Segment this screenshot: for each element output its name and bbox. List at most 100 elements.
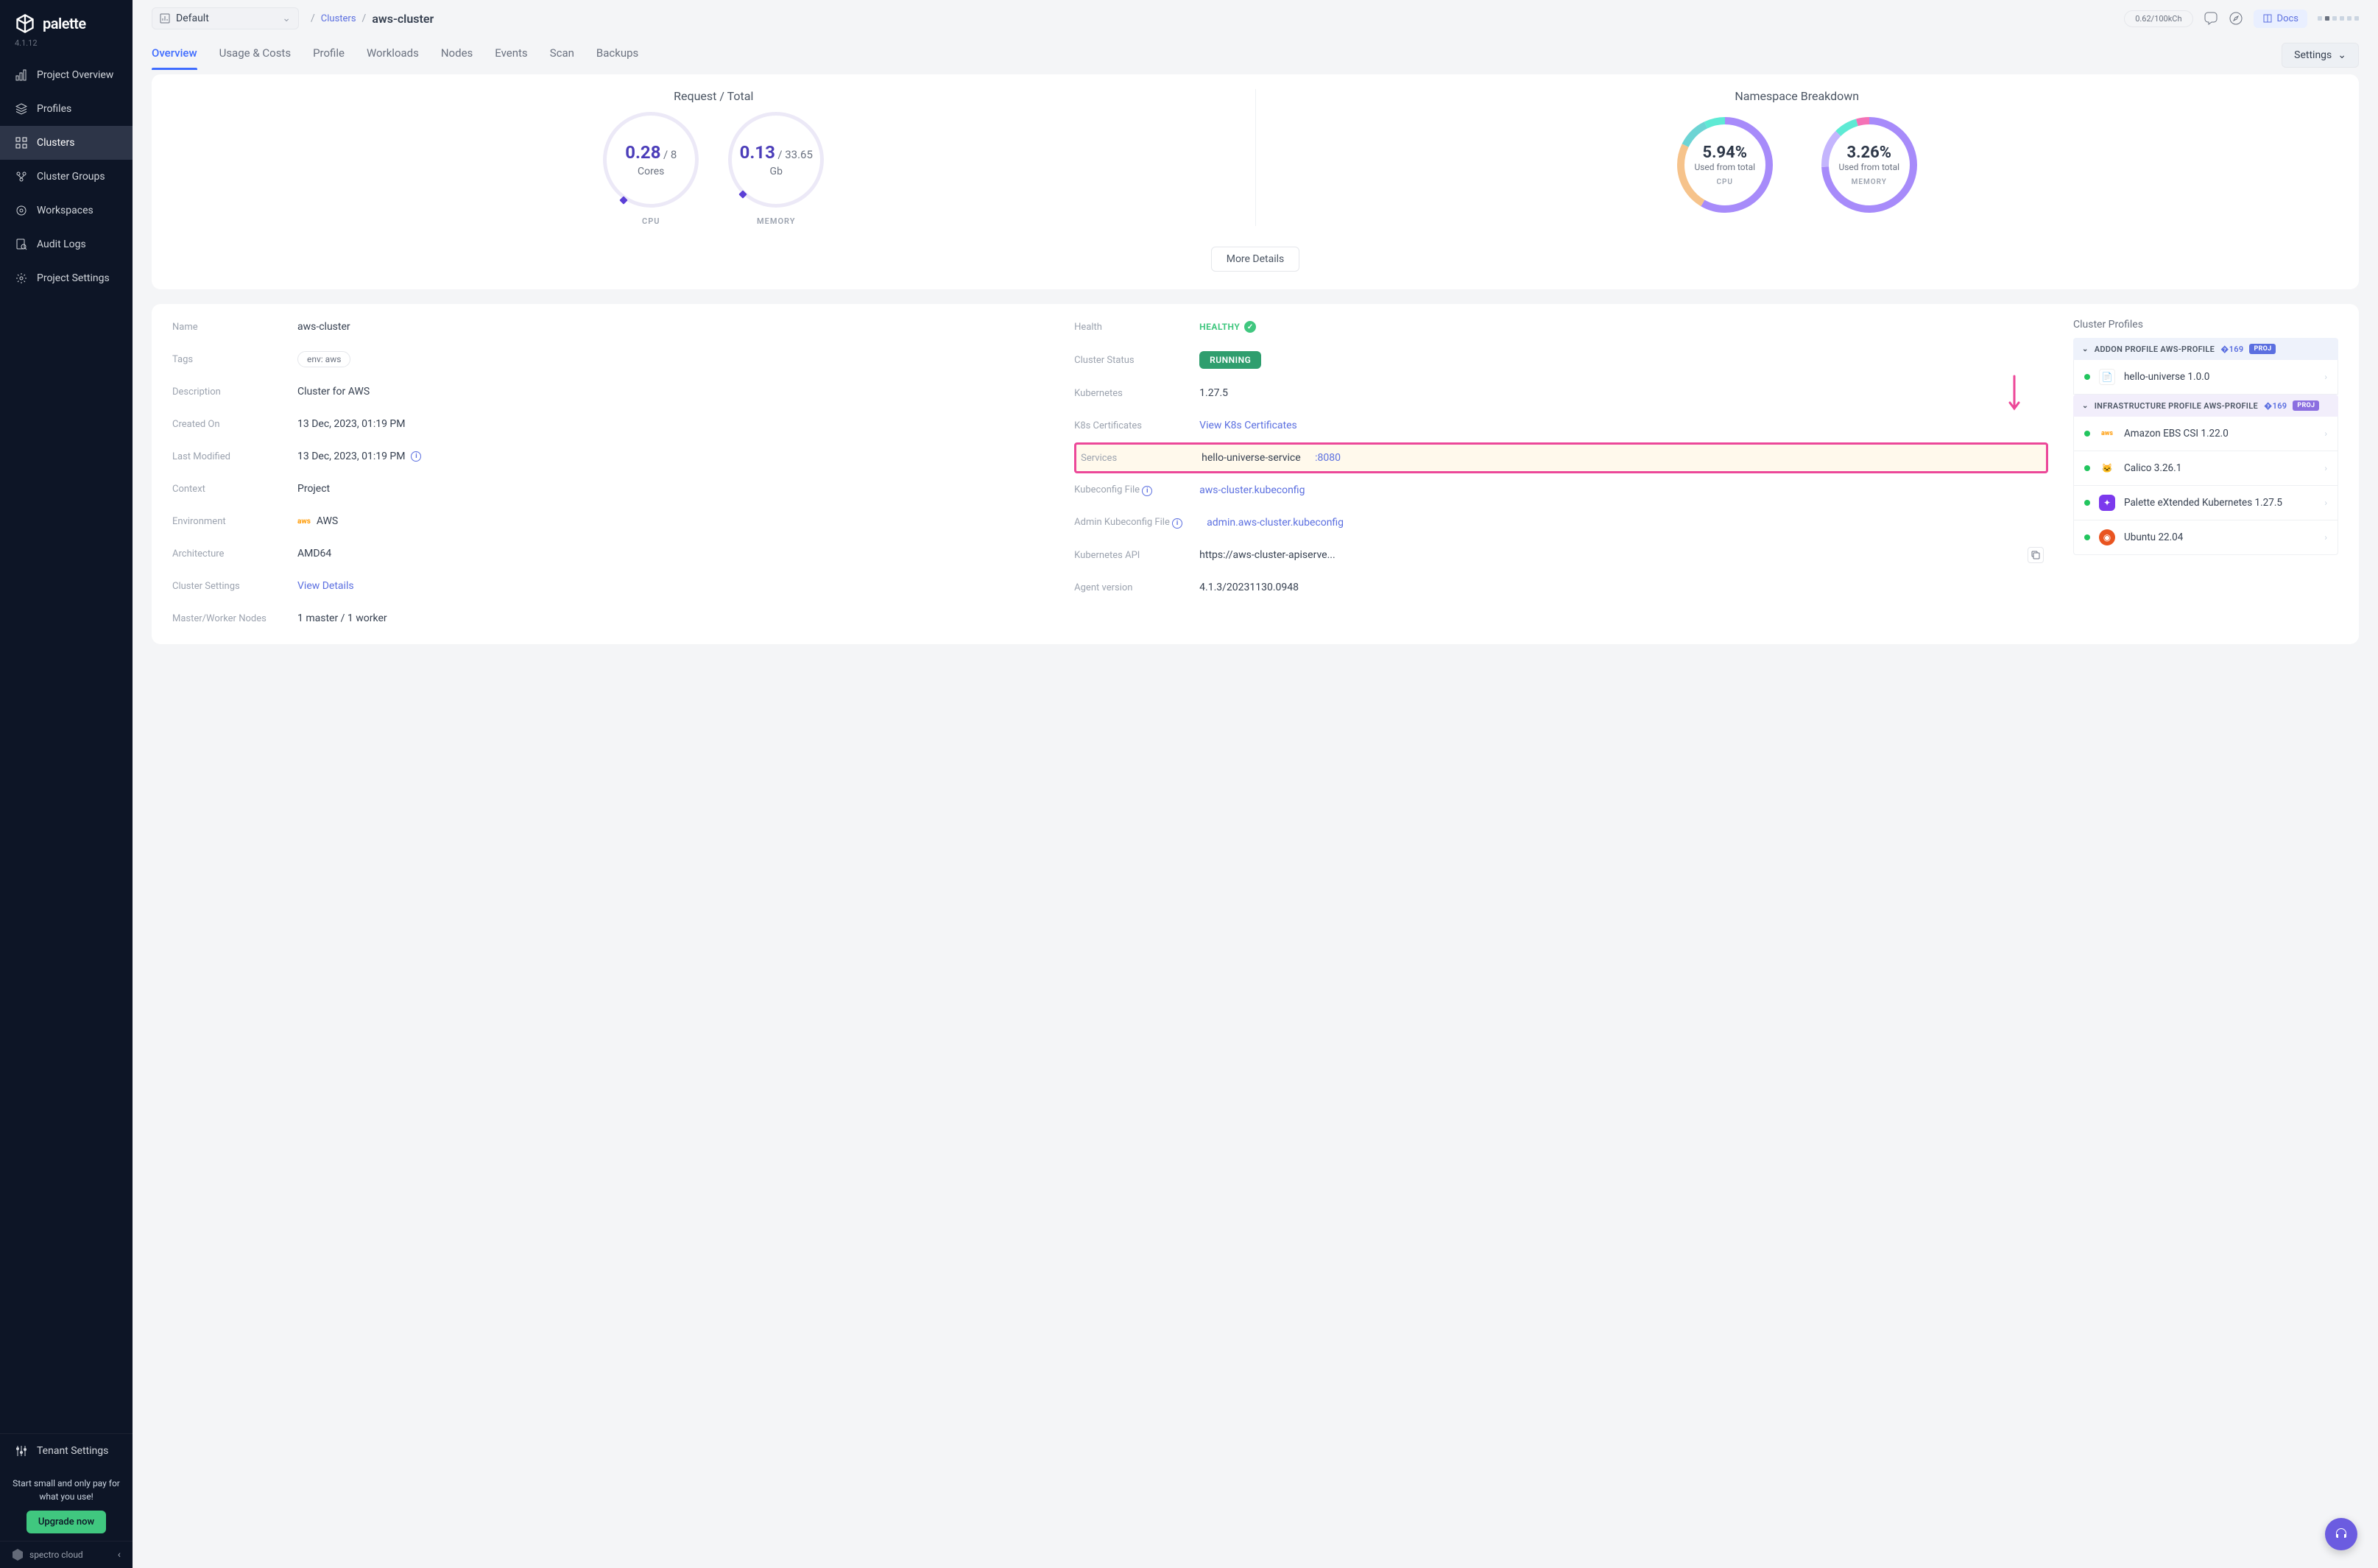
sidebar-item-audit-logs[interactable]: Audit Logs — [0, 227, 133, 261]
tab-events[interactable]: Events — [495, 46, 527, 70]
tab-workloads[interactable]: Workloads — [367, 46, 419, 70]
chevron-down-icon: ⌄ — [282, 13, 291, 24]
cluster-profiles-col: Cluster Profiles ⌄ ADDON PROFILE AWS-PRO… — [2073, 319, 2338, 626]
chart-icon — [160, 13, 170, 24]
scope-selector[interactable]: Default ⌄ — [152, 7, 299, 29]
sidebar-item-label: Profiles — [37, 103, 71, 115]
brand-name: palette — [43, 15, 86, 32]
metrics-card: Request / Total 0.28 / 8 Cores CPU — [152, 74, 2359, 289]
apps-icon[interactable] — [2318, 16, 2359, 21]
k8s-api-value: https://aws-cluster-apiserve... — [1199, 549, 2022, 561]
cpu-value: 0.28 — [625, 142, 660, 163]
docs-label: Docs — [2277, 13, 2298, 24]
info-icon[interactable]: i — [1142, 486, 1152, 496]
compass-icon[interactable] — [2229, 11, 2243, 26]
addon-profile-header[interactable]: ⌄ ADDON PROFILE AWS-PROFILE �169 PROJ — [2073, 338, 2338, 360]
sidebar-item-profiles[interactable]: Profiles — [0, 92, 133, 126]
content-area: Request / Total 0.28 / 8 Cores CPU — [133, 74, 2378, 663]
settings-button[interactable]: Settings ⌄ — [2282, 43, 2359, 68]
sidebar-item-project-overview[interactable]: Project Overview — [0, 58, 133, 92]
breadcrumb-parent[interactable]: Clusters — [321, 13, 356, 24]
created-value: 13 Dec, 2023, 01:19 PM — [297, 418, 1045, 430]
admin-kubeconfig-label: Admin Kubeconfig File i — [1074, 517, 1192, 529]
chat-icon[interactable] — [2204, 11, 2218, 26]
breadcrumb-current: aws-cluster — [372, 12, 434, 26]
cpu-label: CPU — [642, 216, 660, 226]
collapse-sidebar-icon[interactable]: ‹ — [118, 1549, 121, 1561]
pack-row[interactable]: awsAmazon EBS CSI 1.22.0› — [2073, 417, 2338, 451]
ubuntu-pack-icon: ◉ — [2099, 529, 2115, 545]
tab-overview[interactable]: Overview — [152, 46, 197, 70]
docs-button[interactable]: Docs — [2254, 10, 2307, 28]
more-details-button[interactable]: More Details — [1211, 247, 1300, 272]
pxk-pack-icon: ✦ — [2099, 495, 2115, 511]
status-label: Cluster Status — [1074, 355, 1185, 366]
logo: palette — [0, 0, 133, 38]
infra-profile-header[interactable]: ⌄ INFRASTRUCTURE PROFILE AWS-PROFILE �16… — [2073, 395, 2338, 417]
tab-backups[interactable]: Backups — [596, 46, 638, 70]
aws-icon: aws — [297, 518, 311, 526]
env-value: AWS — [317, 515, 338, 527]
service-name: hello-universe-service — [1202, 452, 1300, 464]
context-value: Project — [297, 483, 1045, 495]
kubeconfig-link[interactable]: aws-cluster.kubeconfig — [1199, 484, 2044, 496]
status-dot-icon — [2084, 500, 2090, 506]
sidebar-item-tenant-settings[interactable]: Tenant Settings — [0, 1433, 133, 1468]
chevron-right-icon: › — [2324, 498, 2327, 508]
calico-pack-icon: 🐱 — [2099, 460, 2115, 476]
tab-profile[interactable]: Profile — [313, 46, 345, 70]
pack-row[interactable]: ✦Palette eXtended Kubernetes 1.27.5› — [2073, 486, 2338, 520]
main-content: Default ⌄ / Clusters / aws-cluster 0.62/… — [133, 0, 2378, 1568]
copy-button[interactable] — [2028, 547, 2044, 563]
tab-usage-costs[interactable]: Usage & Costs — [219, 46, 292, 70]
annotation-arrow-icon — [2007, 375, 2022, 416]
chevron-down-icon: ⌄ — [2082, 402, 2089, 410]
sidebar-item-clusters[interactable]: Clusters — [0, 126, 133, 160]
service-port-link[interactable]: :8080 — [1315, 452, 1341, 464]
pack-name: Ubuntu 22.04 — [2124, 532, 2315, 543]
profiles-title: Cluster Profiles — [2073, 319, 2338, 331]
desc-label: Description — [172, 386, 283, 398]
chevron-right-icon: › — [2324, 428, 2327, 439]
cluster-settings-label: Cluster Settings — [172, 581, 283, 592]
name-label: Name — [172, 322, 283, 333]
sidebar: palette 4.1.12 Project Overview Profiles… — [0, 0, 133, 1568]
tab-scan[interactable]: Scan — [550, 46, 574, 70]
tabs: Overview Usage & Costs Profile Workloads… — [133, 29, 2378, 74]
sidebar-item-cluster-groups[interactable]: Cluster Groups — [0, 160, 133, 194]
cpu-gauge: 0.28 / 8 Cores CPU — [603, 112, 699, 226]
chevron-down-icon: ⌄ — [2082, 345, 2089, 353]
sidebar-promo: Start small and only pay for what you us… — [0, 1468, 133, 1541]
help-fab-button[interactable] — [2325, 1518, 2357, 1550]
proj-badge: PROJ — [2249, 344, 2276, 354]
pack-row[interactable]: ◉Ubuntu 22.04› — [2073, 520, 2338, 555]
admin-kubeconfig-link[interactable]: admin.aws-cluster.kubeconfig — [1207, 517, 2044, 529]
pack-row[interactable]: 📄hello-universe 1.0.0› — [2073, 360, 2338, 395]
info-icon[interactable]: i — [411, 451, 421, 462]
tab-nodes[interactable]: Nodes — [441, 46, 473, 70]
infra-head-text: INFRASTRUCTURE PROFILE AWS-PROFILE — [2095, 401, 2258, 411]
pack-name: hello-universe 1.0.0 — [2124, 371, 2315, 383]
upgrade-button[interactable]: Upgrade now — [27, 1511, 106, 1533]
sliders-icon — [15, 1444, 28, 1458]
status-dot-icon — [2084, 534, 2090, 540]
gear-icon — [15, 272, 28, 285]
kubeconfig-label: Kubeconfig File i — [1074, 484, 1185, 496]
view-details-link[interactable]: View Details — [297, 580, 1045, 592]
pack-row[interactable]: 🐱Calico 3.26.1› — [2073, 451, 2338, 486]
ns-mem-gauge: 3.26% Used from total MEMORY — [1819, 115, 1919, 215]
sidebar-item-project-settings[interactable]: Project Settings — [0, 261, 133, 295]
sidebar-item-label: Workspaces — [37, 205, 94, 216]
sidebar-item-workspaces[interactable]: Workspaces — [0, 194, 133, 227]
sidebar-item-label: Project Settings — [37, 272, 110, 284]
usage-pill[interactable]: 0.62/100kCh — [2124, 10, 2192, 27]
target-icon — [15, 204, 28, 217]
footer-brand: spectro cloud — [12, 1549, 83, 1561]
headset-icon — [2334, 1527, 2349, 1541]
view-certs-link[interactable]: View K8s Certificates — [1199, 420, 2044, 431]
network-icon — [15, 170, 28, 183]
master-worker-value: 1 master / 1 worker — [297, 612, 1045, 624]
info-icon[interactable]: i — [1172, 518, 1182, 529]
memory-gauge: 0.13 / 33.65 Gb MEMORY — [728, 112, 824, 226]
pack-name: Amazon EBS CSI 1.22.0 — [2124, 428, 2315, 439]
